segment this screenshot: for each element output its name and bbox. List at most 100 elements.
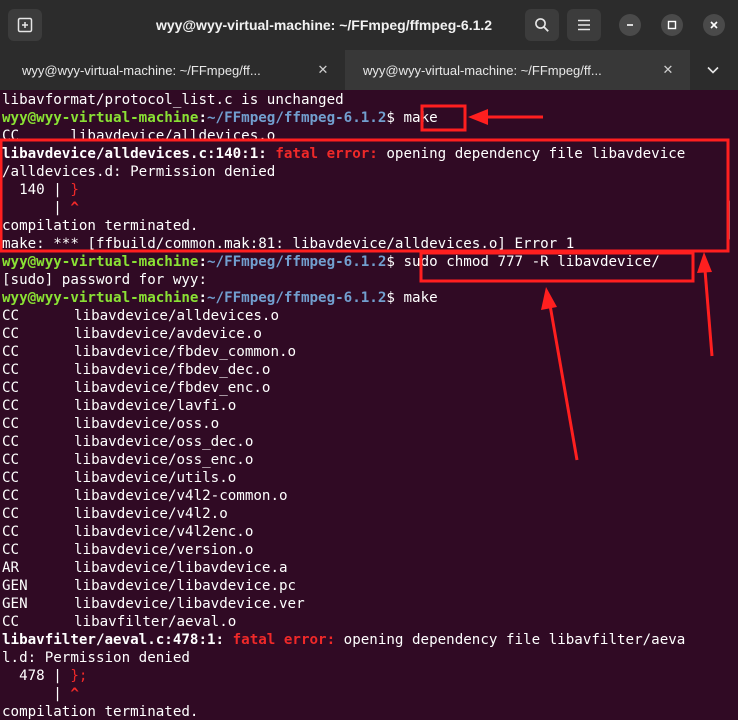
build-tag: CC	[2, 542, 20, 558]
minimize-button[interactable]	[619, 14, 641, 36]
build-target: libavdevice/oss.o	[74, 416, 220, 432]
error-code-line: 478 | };	[2, 668, 88, 684]
window-title: wyy@wyy-virtual-machine: ~/FFmpeg/ffmpeg…	[155, 17, 493, 33]
error-line: l.d: Permission denied	[2, 650, 190, 666]
build-target: libavdevice/lavfi.o	[74, 398, 237, 414]
build-tag: CC	[2, 434, 20, 450]
build-target: libavdevice/v4l2.o	[74, 506, 228, 522]
build-target: libavdevice/oss_dec.o	[74, 434, 254, 450]
build-target: libavdevice/utils.o	[74, 470, 237, 486]
prompt-line: wyy@wyy-virtual-machine:~/FFmpeg/ffmpeg-…	[2, 254, 660, 270]
scrollbar-thumb[interactable]	[727, 200, 730, 240]
build-line: GEN libavdevice/libavdevice.ver	[2, 595, 728, 613]
build-line: AR libavdevice/libavdevice.a	[2, 559, 728, 577]
maximize-icon	[667, 20, 677, 30]
build-target: libavdevice/fbdev_dec.o	[74, 362, 271, 378]
build-line: GEN libavdevice/libavdevice.pc	[2, 577, 728, 595]
prompt-user-host: wyy@wyy-virtual-machine	[2, 110, 199, 126]
command-make: make	[403, 110, 438, 126]
tab-2[interactable]: wyy@wyy-virtual-machine: ~/FFmpeg/ff... …	[345, 50, 690, 90]
build-tag: CC	[2, 344, 20, 360]
build-tag: CC	[2, 398, 20, 414]
build-target: libavdevice/alldevices.o	[74, 308, 279, 324]
build-line: CC libavdevice/lavfi.o	[2, 397, 728, 415]
tab-close-icon[interactable]: ✕	[315, 62, 331, 78]
command-chmod: sudo chmod 777 -R libavdevice/	[403, 254, 660, 270]
terminal-output[interactable]: libavformat/protocol_list.c is unchanged…	[2, 91, 728, 720]
build-tag: GEN	[2, 596, 28, 612]
build-target: libavdevice/libavdevice.ver	[74, 596, 305, 612]
build-target: libavfilter/aeval.o	[74, 614, 237, 630]
build-line: CC libavdevice/fbdev_common.o	[2, 343, 728, 361]
build-tag: CC	[2, 614, 20, 630]
close-icon	[710, 21, 718, 29]
tab-overflow-button[interactable]	[700, 60, 726, 80]
prompt-line: wyy@wyy-virtual-machine:~/FFmpeg/ffmpeg-…	[2, 290, 438, 306]
build-tag: CC	[2, 326, 20, 342]
build-target: libavdevice/libavdevice.a	[74, 560, 288, 576]
build-line: CC libavdevice/v4l2enc.o	[2, 523, 728, 541]
build-line: CC libavdevice/utils.o	[2, 469, 728, 487]
build-tag: CC	[2, 524, 20, 540]
tab-close-icon[interactable]: ✕	[660, 62, 676, 78]
build-tag: CC	[2, 470, 20, 486]
build-target: libavdevice/libavdevice.pc	[74, 578, 297, 594]
tab-1[interactable]: wyy@wyy-virtual-machine: ~/FFmpeg/ff... …	[0, 50, 345, 90]
build-target: libavdevice/version.o	[74, 542, 254, 558]
build-output-list: CC libavdevice/alldevices.o CC libavdevice/…	[2, 307, 728, 631]
tab-overflow-chevron-icon	[707, 66, 719, 74]
new-tab-button[interactable]	[8, 9, 42, 41]
terminal-line: libavformat/protocol_list.c is unchanged	[2, 92, 344, 108]
build-target: libavdevice/fbdev_enc.o	[74, 380, 271, 396]
build-tag: CC	[2, 380, 20, 396]
prompt-path: ~/FFmpeg/ffmpeg-6.1.2	[207, 110, 387, 126]
tab-bar: wyy@wyy-virtual-machine: ~/FFmpeg/ff... …	[0, 50, 738, 90]
terminal-line: CC libavdevice/alldevices.o	[2, 128, 276, 144]
terminal-line: [sudo] password for wyy:	[2, 272, 207, 288]
build-line: CC libavdevice/alldevices.o	[2, 307, 728, 325]
minimize-icon	[627, 24, 633, 26]
error-line: /alldevices.d: Permission denied	[2, 164, 276, 180]
menu-button[interactable]	[567, 9, 601, 41]
new-tab-icon	[17, 17, 33, 33]
build-line: CC libavfilter/aeval.o	[2, 613, 728, 631]
tab-2-label: wyy@wyy-virtual-machine: ~/FFmpeg/ff...	[363, 62, 602, 78]
build-line: CC libavdevice/oss_enc.o	[2, 451, 728, 469]
close-button[interactable]	[703, 14, 725, 36]
build-line: CC libavdevice/fbdev_enc.o	[2, 379, 728, 397]
error-caret-line: | ^	[2, 200, 79, 216]
search-icon	[535, 18, 549, 32]
build-line: CC libavdevice/oss_dec.o	[2, 433, 728, 451]
build-tag: CC	[2, 452, 20, 468]
build-tag: CC	[2, 308, 20, 324]
build-line: CC libavdevice/avdevice.o	[2, 325, 728, 343]
title-bar: wyy@wyy-virtual-machine: ~/FFmpeg/ffmpeg…	[0, 0, 738, 50]
tab-1-label: wyy@wyy-virtual-machine: ~/FFmpeg/ff...	[22, 62, 261, 78]
prompt-line: wyy@wyy-virtual-machine:~/FFmpeg/ffmpeg-…	[2, 110, 438, 126]
build-line: CC libavdevice/v4l2.o	[2, 505, 728, 523]
build-target: libavdevice/oss_enc.o	[74, 452, 254, 468]
error-line: libavdevice/alldevices.c:140:1: fatal er…	[2, 146, 686, 162]
error-caret-line: | ^	[2, 686, 79, 702]
terminal-line: compilation terminated.	[2, 704, 199, 720]
build-line: CC libavdevice/v4l2-common.o	[2, 487, 728, 505]
build-target: libavdevice/v4l2-common.o	[74, 488, 288, 504]
make-error-line: make: *** [ffbuild/common.mak:81: libavd…	[2, 236, 575, 252]
build-target: libavdevice/avdevice.o	[74, 326, 262, 342]
search-button[interactable]	[525, 9, 559, 41]
error-line: libavfilter/aeval.c:478:1: fatal error: …	[2, 632, 686, 648]
build-tag: CC	[2, 362, 20, 378]
build-tag: CC	[2, 506, 20, 522]
hamburger-menu-icon	[578, 19, 590, 31]
build-target: libavdevice/fbdev_common.o	[74, 344, 297, 360]
build-tag: CC	[2, 488, 20, 504]
error-code-line: 140 | }	[2, 182, 79, 198]
build-line: CC libavdevice/oss.o	[2, 415, 728, 433]
build-line: CC libavdevice/version.o	[2, 541, 728, 559]
build-tag: CC	[2, 416, 20, 432]
build-tag: GEN	[2, 578, 28, 594]
build-line: CC libavdevice/fbdev_dec.o	[2, 361, 728, 379]
build-target: libavdevice/v4l2enc.o	[74, 524, 254, 540]
build-tag: AR	[2, 560, 20, 576]
maximize-button[interactable]	[661, 14, 683, 36]
